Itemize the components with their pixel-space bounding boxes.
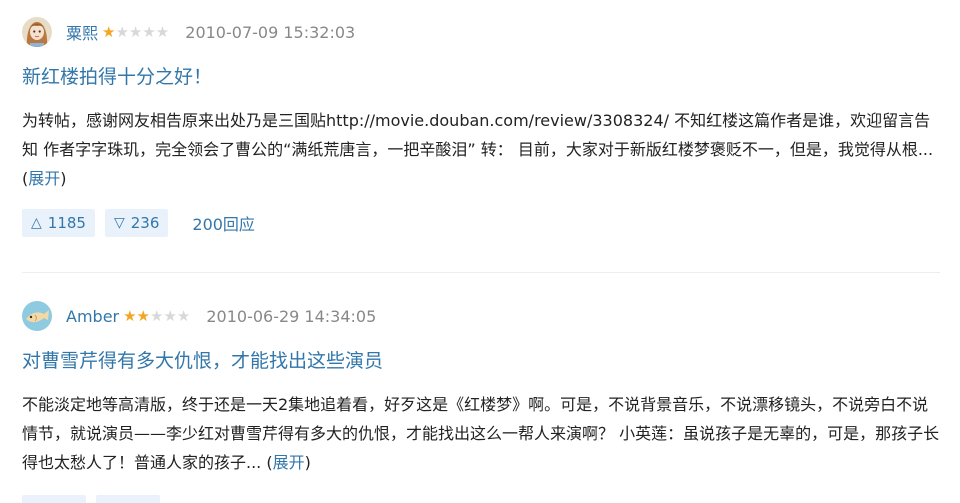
review-excerpt-text: 为转帖，感谢网友相告原来出处乃是三国贴http://movie.douban.c… bbox=[22, 111, 934, 159]
review-meta: 粟熙 ★★★★★ 2010-07-09 15:32:03 bbox=[22, 12, 940, 52]
review-actions bbox=[22, 495, 170, 503]
review-title-link[interactable]: 新红楼拍得十分之好！ bbox=[22, 64, 940, 90]
upvote-count: 1185 bbox=[47, 214, 86, 232]
review-excerpt: 不能淡定地等高清版，终于还是一天2集地追着看，好歹这是《红楼梦》啊。可是，不说背… bbox=[22, 395, 940, 472]
user-avatar[interactable] bbox=[22, 17, 52, 47]
star-empty-icon: ★★★ bbox=[150, 306, 191, 325]
star-filled-icon: ★ bbox=[102, 22, 116, 41]
review-list: 粟熙 ★★★★★ 2010-07-09 15:32:03 新红楼拍得十分之好！ … bbox=[0, 0, 960, 503]
downvote-button[interactable] bbox=[96, 495, 160, 503]
down-triangle-icon: ▽ bbox=[113, 215, 125, 231]
expand-link[interactable]: 展开 bbox=[273, 453, 305, 472]
upvote-button[interactable] bbox=[22, 495, 86, 503]
star-filled-icon: ★★ bbox=[123, 306, 151, 325]
avatar-fish-icon bbox=[22, 301, 52, 331]
username-link[interactable]: Amber bbox=[66, 307, 119, 326]
star-rating: ★★★★★ bbox=[123, 306, 191, 325]
replies-link[interactable]: 200回应 bbox=[192, 211, 255, 235]
star-rating: ★★★★★ bbox=[102, 22, 170, 41]
user-avatar[interactable] bbox=[22, 301, 52, 331]
downvote-button[interactable]: ▽ 236 bbox=[104, 209, 169, 237]
review-date: 2010-07-09 15:32:03 bbox=[185, 22, 356, 42]
review-excerpt-text: 不能淡定地等高清版，终于还是一天2集地追着看，好歹这是《红楼梦》啊。可是，不说背… bbox=[22, 395, 940, 472]
review-item: Amber ★★★★★ 2010-06-29 14:34:05 对曹雪芹得有多大… bbox=[22, 296, 940, 477]
review-item: 粟熙 ★★★★★ 2010-07-09 15:32:03 新红楼拍得十分之好！ … bbox=[22, 12, 940, 237]
review-excerpt: 为转帖，感谢网友相告原来出处乃是三国贴http://movie.douban.c… bbox=[22, 111, 934, 188]
review-meta: Amber ★★★★★ 2010-06-29 14:34:05 bbox=[22, 296, 940, 336]
review-actions: △ 1185 ▽ 236 200回应 bbox=[22, 209, 940, 237]
username-link[interactable]: 粟熙 bbox=[66, 20, 98, 44]
review-title-link[interactable]: 对曹雪芹得有多大仇恨，才能找出这些演员 bbox=[22, 348, 940, 374]
up-triangle-icon: △ bbox=[31, 215, 42, 231]
expand-link[interactable]: 展开 bbox=[28, 169, 60, 188]
avatar-girl-icon bbox=[22, 17, 52, 47]
review-date: 2010-06-29 14:34:05 bbox=[206, 306, 377, 326]
review-divider bbox=[22, 272, 940, 273]
upvote-button[interactable]: △ 1185 bbox=[22, 209, 95, 237]
downvote-count: 236 bbox=[130, 214, 160, 232]
star-empty-icon: ★★★★ bbox=[115, 22, 170, 41]
